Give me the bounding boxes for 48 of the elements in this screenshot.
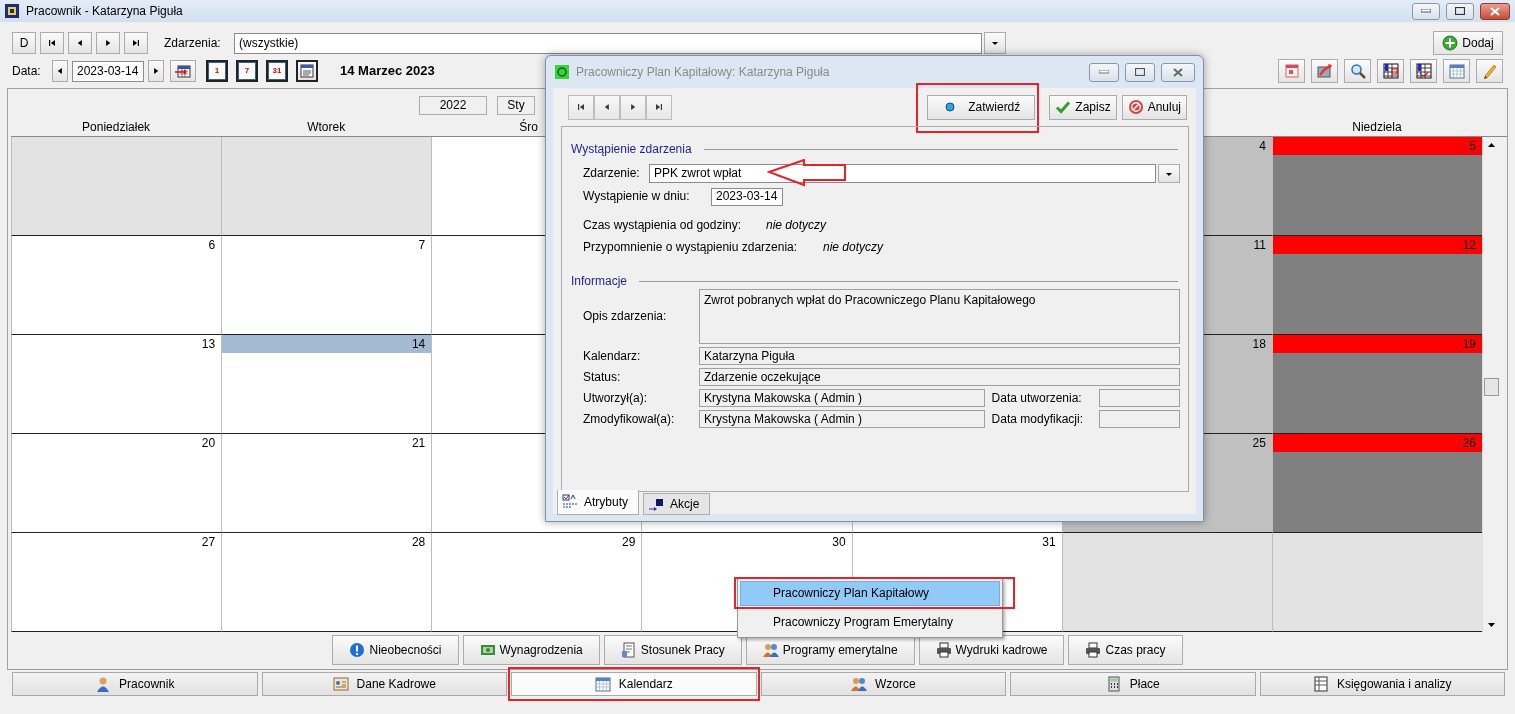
field-label: Data utworzenia: — [991, 390, 1083, 406]
field-label: Data modyfikacji: — [991, 411, 1084, 427]
field-label: Kalendarz: — [583, 348, 642, 364]
day-number: 5 — [1272, 137, 1482, 155]
section-title: Wystąpienie zdarzenia — [571, 141, 692, 157]
day-number: 7 — [417, 237, 427, 254]
day-number: 27 — [200, 534, 217, 551]
field-label: Zdarzenia: — [164, 35, 222, 51]
dialog-title: Pracowniczy Plan Kapitałowy: Katarzyna Piguła — [576, 64, 830, 80]
day-number: 28 — [410, 534, 427, 551]
field-label: Data: — [12, 63, 42, 79]
day-number: 18 — [1251, 336, 1267, 353]
day-number: 12 — [1272, 236, 1482, 254]
day-number: 6 — [207, 237, 217, 254]
day-number: 26 — [1272, 434, 1482, 452]
day-number: 11 — [1252, 237, 1267, 254]
day-number: 19 — [1272, 335, 1482, 353]
day-header: Śro — [519, 120, 538, 134]
field-label: Opis zdarzenia: — [583, 309, 668, 324]
status-field: Zdarzenie oczekujące — [699, 368, 1180, 386]
day-number: 31 — [1041, 534, 1057, 551]
field-label: Zmodyfikował(a): — [583, 411, 676, 427]
day-number: 29 — [621, 534, 637, 551]
window-title: Pracownik - Katarzyna Piguła — [26, 3, 183, 19]
user-field: Krystyna Makowska ( Admin ) — [699, 389, 985, 407]
calendar-field: Katarzyna Piguła — [699, 347, 1180, 365]
day-number: 14 — [222, 335, 432, 353]
day-number: 25 — [1251, 435, 1267, 452]
day-number: 4 — [1258, 138, 1267, 155]
day-header: Poniedziałek — [82, 120, 151, 134]
day-header: Niedziela — [1352, 120, 1402, 134]
field-label: Przypomnienie o wystąpieniu zdarzenia: — [583, 240, 799, 255]
day-header: Wtorek — [307, 120, 346, 134]
day-number: 30 — [831, 534, 847, 551]
date-heading: 14 Marzec 2023 — [340, 63, 435, 79]
field-label: Status: — [583, 369, 622, 385]
field-label: Utworzył(a): — [583, 390, 648, 406]
field-value: nie dotyczy — [766, 218, 827, 233]
day-number: 20 — [200, 435, 217, 452]
description-field: Zwrot pobranych wpłat do Pracowniczego Planu Kapitałowego — [699, 289, 1180, 344]
field-label: Zdarzenie: — [583, 166, 641, 181]
field-label: Czas wystąpienia od godziny: — [583, 218, 743, 233]
day-number: 21 — [410, 435, 427, 452]
user-field: Krystyna Makowska ( Admin ) — [699, 410, 985, 428]
field-value: nie dotyczy — [823, 240, 884, 255]
field-label: Wystąpienie w dniu: — [583, 189, 691, 204]
section-title: Informacje — [571, 273, 628, 289]
day-number: 13 — [200, 336, 217, 353]
